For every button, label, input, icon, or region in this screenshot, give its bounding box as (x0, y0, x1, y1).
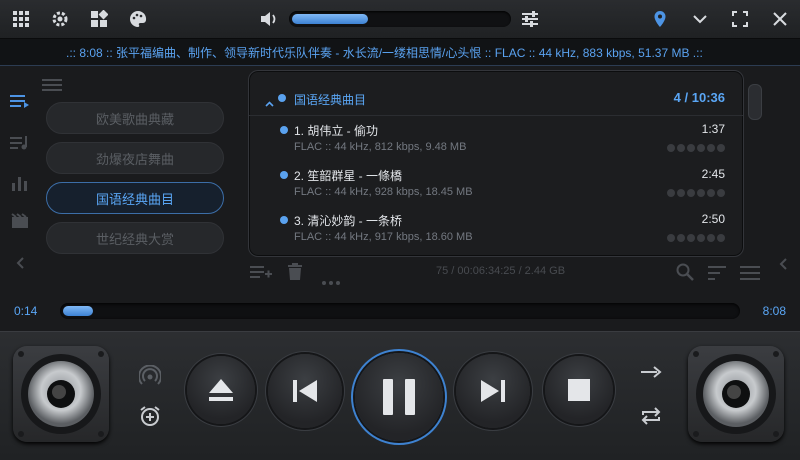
delete-icon[interactable] (286, 263, 304, 284)
track-meta: FLAC :: 44 kHz, 812 kbps, 9.48 MB (294, 141, 467, 153)
next-button[interactable] (456, 354, 530, 428)
category-button[interactable]: 劲爆夜店舞曲 (46, 142, 224, 174)
close-icon[interactable] (770, 9, 790, 29)
playlist-footer: 75 / 00:06:34:25 / 2.44 GB (248, 260, 768, 285)
right-speaker (688, 346, 784, 442)
more-icon[interactable] (322, 270, 340, 289)
next-icon (481, 380, 505, 402)
track-row[interactable]: 2. 笙韶群星 - 一條橋 FLAC :: 44 kHz, 928 kbps, … (249, 162, 743, 206)
stats-icon[interactable] (10, 174, 30, 192)
eject-icon (209, 379, 233, 401)
top-toolbar (0, 0, 800, 38)
playlist-view-icon[interactable] (10, 92, 30, 110)
track-meta: FLAC :: 44 kHz, 928 kbps, 18.45 MB (294, 186, 473, 198)
volume-slider[interactable] (289, 11, 511, 27)
playlist-dot (278, 94, 286, 102)
track-dot (280, 216, 288, 224)
playlist-header[interactable]: 国语经典曲目 4 / 10:36 (249, 71, 743, 116)
playlist-summary: 4 / 10:36 (673, 90, 725, 105)
stop-button[interactable] (545, 356, 613, 424)
volume-icon[interactable] (259, 9, 279, 29)
rating-stars[interactable] (667, 234, 725, 242)
chevron-down-icon[interactable] (690, 9, 710, 29)
location-icon[interactable] (650, 9, 670, 29)
previous-button[interactable] (268, 354, 342, 428)
collapse-left-icon[interactable] (10, 254, 30, 272)
category-button[interactable]: 世纪经典大赏 (46, 222, 224, 254)
track-row[interactable]: 3. 清沁妙韵 - 一条桥 FLAC :: 44 kHz, 917 kbps, … (249, 207, 743, 251)
layout-icon[interactable] (89, 9, 109, 29)
playlist-stats: 75 / 00:06:34:25 / 2.44 GB (436, 265, 566, 277)
volume-fill (292, 14, 368, 24)
fullscreen-icon[interactable] (730, 9, 750, 29)
pause-button[interactable] (355, 353, 443, 441)
track-duration: 2:45 (701, 167, 725, 181)
total-time: 8:08 (762, 304, 786, 318)
eject-button[interactable] (187, 356, 255, 424)
rating-stars[interactable] (667, 144, 725, 152)
left-speaker (13, 346, 109, 442)
repeat-icon[interactable] (640, 406, 662, 430)
pause-icon (383, 379, 415, 415)
stop-icon (568, 379, 590, 401)
track-title: 3. 清沁妙韵 - 一条桥 (294, 214, 403, 228)
track-meta: FLAC :: 44 kHz, 917 kbps, 18.60 MB (294, 231, 473, 243)
search-icon[interactable] (676, 263, 694, 285)
track-title: 1. 胡伟立 - 偷功 (294, 124, 379, 138)
view-nav (0, 66, 40, 286)
playlist-title: 国语经典曲目 (294, 93, 367, 107)
category-button[interactable]: 欧美歌曲典藏 (46, 102, 224, 134)
now-playing-ticker: .:: 8:08 :: 张平福编曲、制作、领导新时代乐队伴奏 - 水长流/一缕相… (0, 38, 800, 66)
track-row[interactable]: 1. 胡伟立 - 偷功 FLAC :: 44 kHz, 812 kbps, 9.… (249, 117, 743, 161)
seek-bar[interactable] (60, 303, 740, 319)
list-menu-icon[interactable] (740, 265, 760, 284)
category-button-active[interactable]: 国语经典曲目 (46, 182, 224, 214)
category-menu-icon[interactable] (42, 76, 62, 95)
seek-fill (63, 306, 93, 316)
track-title: 2. 笙韶群星 - 一條橋 (294, 169, 403, 183)
video-icon[interactable] (10, 212, 30, 230)
caret-up-icon[interactable] (265, 92, 274, 111)
track-dot (280, 171, 288, 179)
track-duration: 2:50 (701, 212, 725, 226)
track-dot (280, 126, 288, 134)
palette-icon[interactable] (128, 9, 148, 29)
ticker-text: .:: 8:08 :: 张平福编曲、制作、领导新时代乐队伴奏 - 水长流/一缕相… (66, 46, 703, 60)
playlist-scrollbar[interactable] (746, 84, 762, 259)
transport-controls (0, 331, 800, 460)
grid-icon[interactable] (11, 9, 31, 29)
track-duration: 1:37 (701, 122, 725, 136)
playlist-panel: 国语经典曲目 4 / 10:36 1. 胡伟立 - 偷功 FLAC :: 44 … (248, 70, 744, 257)
broadcast-icon[interactable] (138, 364, 162, 389)
collapse-right-icon[interactable] (778, 256, 788, 275)
rating-stars[interactable] (667, 189, 725, 197)
scrollbar-thumb[interactable] (748, 84, 762, 120)
alarm-timer-icon[interactable] (139, 405, 161, 431)
elapsed-time: 0:14 (14, 304, 38, 318)
equalizer-icon[interactable] (520, 9, 540, 29)
queue-icon[interactable] (10, 134, 30, 152)
add-track-icon[interactable] (250, 264, 272, 284)
play-order-icon[interactable] (640, 364, 662, 383)
previous-icon (293, 380, 317, 402)
progress-section: 0:14 8:08 (0, 295, 800, 329)
gear-icon[interactable] (50, 9, 70, 29)
sort-icon[interactable] (708, 265, 726, 284)
